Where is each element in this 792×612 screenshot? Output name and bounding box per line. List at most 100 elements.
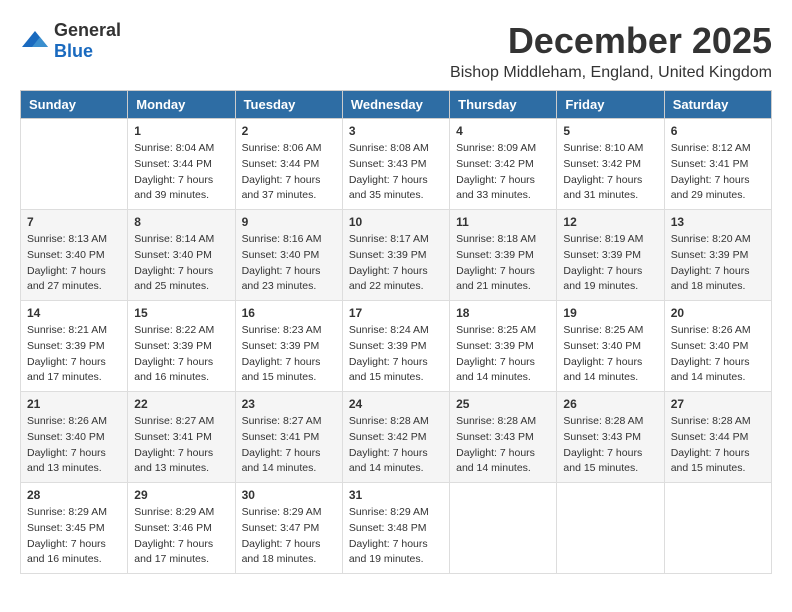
day-info: Sunrise: 8:06 AMSunset: 3:44 PMDaylight:…: [242, 141, 336, 204]
calendar-week-row: 1 Sunrise: 8:04 AMSunset: 3:44 PMDaylight…: [21, 119, 772, 210]
day-number: 27: [671, 397, 765, 411]
calendar-day-cell: 18Sunrise: 8:25 AMSunset: 3:39 PMDayligh…: [450, 301, 557, 392]
day-info: Sunrise: 8:18 AMSunset: 3:39 PMDaylight:…: [456, 232, 550, 295]
day-number: 10: [349, 215, 443, 229]
day-info: Sunrise: 8:25 AMSunset: 3:40 PMDaylight:…: [563, 323, 657, 386]
calendar-day-cell: 26 Sunrise: 8:28 AMSunset: 3:43 PMDayligh…: [557, 392, 664, 483]
day-number: 31: [349, 488, 443, 502]
day-number: 24: [349, 397, 443, 411]
day-number: 26: [563, 397, 657, 411]
day-info: Sunrise: 8:29 AMSunset: 3:48 PMDaylight:…: [349, 505, 443, 568]
day-info: Sunrise: 8:28 AMSunset: 3:43 PMDaylight:…: [563, 414, 657, 477]
calendar-day-cell: 16Sunrise: 8:23 AMSunset: 3:39 PMDayligh…: [235, 301, 342, 392]
calendar-day-cell: 19 Sunrise: 8:25 AMSunset: 3:40 PMDayligh…: [557, 301, 664, 392]
day-number: 17: [349, 306, 443, 320]
month-title: December 2025: [450, 20, 772, 62]
day-number: 4: [456, 124, 550, 138]
day-info: Sunrise: 8:20 AMSunset: 3:39 PMDaylight:…: [671, 232, 765, 295]
day-number: 9: [242, 215, 336, 229]
day-number: 19: [563, 306, 657, 320]
calendar-day-cell: 11 Sunrise: 8:18 AMSunset: 3:39 PMDayligh…: [450, 210, 557, 301]
day-number: 28: [27, 488, 121, 502]
day-number: 15: [134, 306, 228, 320]
day-number: 22: [134, 397, 228, 411]
calendar-day-cell: 10 Sunrise: 8:17 AMSunset: 3:39 PMDayligh…: [342, 210, 449, 301]
title-area: December 2025 Bishop Middleham, England,…: [450, 20, 772, 82]
weekday-header-row: SundayMondayTuesdayWednesdayThursdayFrid…: [21, 91, 772, 119]
logo: General Blue: [20, 20, 121, 62]
day-number: 7: [27, 215, 121, 229]
day-number: 5: [563, 124, 657, 138]
page-header: General Blue December 2025 Bishop Middle…: [20, 20, 772, 82]
day-number: 2: [242, 124, 336, 138]
day-info: Sunrise: 8:14 AMSunset: 3:40 PMDaylight:…: [134, 232, 228, 295]
day-info: Sunrise: 8:04 AMSunset: 3:44 PMDaylight:…: [134, 141, 228, 204]
day-info: Sunrise: 8:12 AMSunset: 3:41 PMDaylight:…: [671, 141, 765, 204]
weekday-header-thursday: Thursday: [450, 91, 557, 119]
day-number: 14: [27, 306, 121, 320]
day-info: Sunrise: 8:28 AMSunset: 3:43 PMDaylight:…: [456, 414, 550, 477]
day-number: 18: [456, 306, 550, 320]
location-subtitle: Bishop Middleham, England, United Kingdo…: [450, 64, 772, 82]
calendar-day-cell: 9Sunrise: 8:16 AMSunset: 3:40 PMDaylight…: [235, 210, 342, 301]
calendar-day-cell: 8 Sunrise: 8:14 AMSunset: 3:40 PMDaylight…: [128, 210, 235, 301]
calendar-week-row: 7 Sunrise: 8:13 AMSunset: 3:40 PMDaylight…: [21, 210, 772, 301]
day-info: Sunrise: 8:29 AMSunset: 3:47 PMDaylight:…: [242, 505, 336, 568]
weekday-header-friday: Friday: [557, 91, 664, 119]
calendar-day-cell: 14 Sunrise: 8:21 AMSunset: 3:39 PMDayligh…: [21, 301, 128, 392]
day-info: Sunrise: 8:19 AMSunset: 3:39 PMDaylight:…: [563, 232, 657, 295]
day-number: 23: [242, 397, 336, 411]
day-info: Sunrise: 8:22 AMSunset: 3:39 PMDaylight:…: [134, 323, 228, 386]
day-number: 11: [456, 215, 550, 229]
calendar-day-cell: 4Sunrise: 8:09 AMSunset: 3:42 PMDaylight…: [450, 119, 557, 210]
day-info: Sunrise: 8:17 AMSunset: 3:39 PMDaylight:…: [349, 232, 443, 295]
calendar-day-cell: 22 Sunrise: 8:27 AMSunset: 3:41 PMDayligh…: [128, 392, 235, 483]
day-info: Sunrise: 8:21 AMSunset: 3:39 PMDaylight:…: [27, 323, 121, 386]
logo-icon: [20, 29, 50, 53]
calendar-day-cell: 17 Sunrise: 8:24 AMSunset: 3:39 PMDayligh…: [342, 301, 449, 392]
calendar-day-cell: 6 Sunrise: 8:12 AMSunset: 3:41 PMDaylight…: [664, 119, 771, 210]
weekday-header-wednesday: Wednesday: [342, 91, 449, 119]
weekday-header-monday: Monday: [128, 91, 235, 119]
calendar-day-cell: 7 Sunrise: 8:13 AMSunset: 3:40 PMDaylight…: [21, 210, 128, 301]
calendar-day-cell: 29Sunrise: 8:29 AMSunset: 3:46 PMDayligh…: [128, 483, 235, 574]
logo-text: General Blue: [54, 20, 121, 62]
calendar-day-cell: 23 Sunrise: 8:27 AMSunset: 3:41 PMDayligh…: [235, 392, 342, 483]
day-number: 25: [456, 397, 550, 411]
day-info: Sunrise: 8:27 AMSunset: 3:41 PMDaylight:…: [242, 414, 336, 477]
calendar-day-cell: 1 Sunrise: 8:04 AMSunset: 3:44 PMDaylight…: [128, 119, 235, 210]
day-number: 16: [242, 306, 336, 320]
day-info: Sunrise: 8:29 AMSunset: 3:46 PMDaylight:…: [134, 505, 228, 568]
day-number: 1: [134, 124, 228, 138]
day-number: 13: [671, 215, 765, 229]
day-info: Sunrise: 8:10 AMSunset: 3:42 PMDaylight:…: [563, 141, 657, 204]
day-info: Sunrise: 8:26 AMSunset: 3:40 PMDaylight:…: [671, 323, 765, 386]
logo-blue: Blue: [54, 41, 93, 61]
weekday-header-tuesday: Tuesday: [235, 91, 342, 119]
day-number: 8: [134, 215, 228, 229]
day-number: 30: [242, 488, 336, 502]
day-info: Sunrise: 8:24 AMSunset: 3:39 PMDaylight:…: [349, 323, 443, 386]
calendar-day-cell: 28 Sunrise: 8:29 AMSunset: 3:45 PMDayligh…: [21, 483, 128, 574]
day-info: Sunrise: 8:28 AMSunset: 3:42 PMDaylight:…: [349, 414, 443, 477]
weekday-header-saturday: Saturday: [664, 91, 771, 119]
logo-general: General: [54, 20, 121, 40]
calendar-day-cell: 25 Sunrise: 8:28 AMSunset: 3:43 PMDayligh…: [450, 392, 557, 483]
calendar-week-row: 14 Sunrise: 8:21 AMSunset: 3:39 PMDayligh…: [21, 301, 772, 392]
calendar-day-cell: 24 Sunrise: 8:28 AMSunset: 3:42 PMDayligh…: [342, 392, 449, 483]
calendar-table: SundayMondayTuesdayWednesdayThursdayFrid…: [20, 90, 772, 574]
calendar-week-row: 28 Sunrise: 8:29 AMSunset: 3:45 PMDayligh…: [21, 483, 772, 574]
day-number: 6: [671, 124, 765, 138]
calendar-week-row: 21Sunrise: 8:26 AMSunset: 3:40 PMDayligh…: [21, 392, 772, 483]
day-number: 20: [671, 306, 765, 320]
day-info: Sunrise: 8:13 AMSunset: 3:40 PMDaylight:…: [27, 232, 121, 295]
day-info: Sunrise: 8:27 AMSunset: 3:41 PMDaylight:…: [134, 414, 228, 477]
calendar-day-cell: 2 Sunrise: 8:06 AMSunset: 3:44 PMDaylight…: [235, 119, 342, 210]
calendar-day-cell: 12 Sunrise: 8:19 AMSunset: 3:39 PMDayligh…: [557, 210, 664, 301]
day-number: 12: [563, 215, 657, 229]
calendar-day-cell: 30 Sunrise: 8:29 AMSunset: 3:47 PMDayligh…: [235, 483, 342, 574]
day-info: Sunrise: 8:29 AMSunset: 3:45 PMDaylight:…: [27, 505, 121, 568]
calendar-day-cell: 3Sunrise: 8:08 AMSunset: 3:43 PMDaylight…: [342, 119, 449, 210]
calendar-day-cell: [450, 483, 557, 574]
calendar-day-cell: 27Sunrise: 8:28 AMSunset: 3:44 PMDayligh…: [664, 392, 771, 483]
